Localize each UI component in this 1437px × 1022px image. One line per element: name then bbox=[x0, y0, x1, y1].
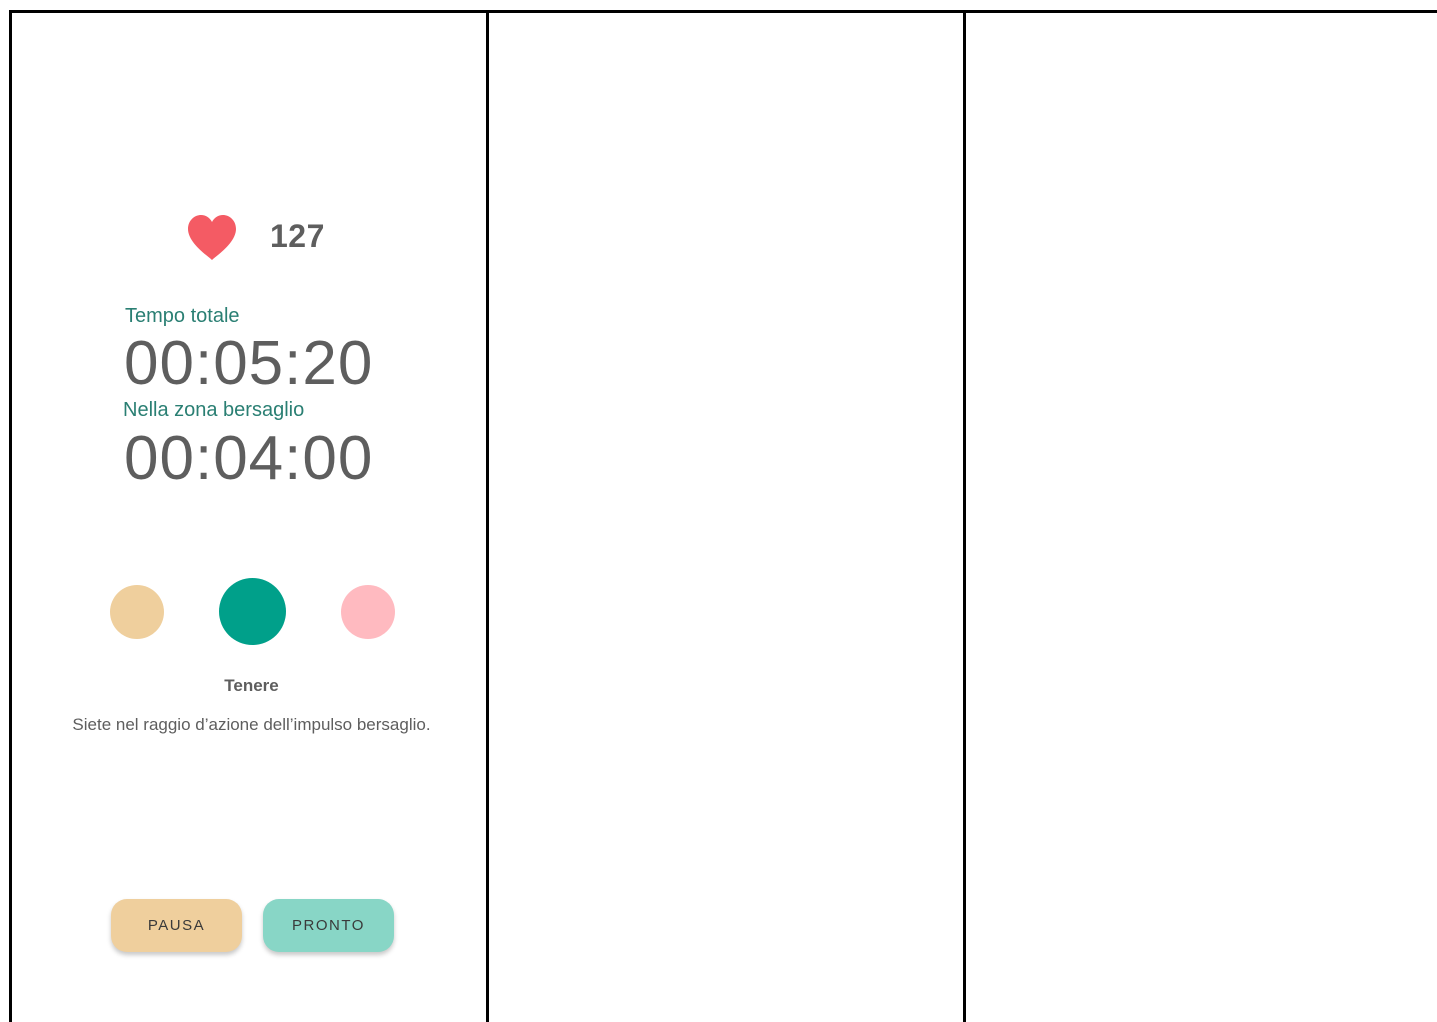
frame-divider-left bbox=[9, 10, 12, 1022]
ready-button[interactable]: PRONTO bbox=[263, 899, 394, 952]
heart-icon bbox=[188, 215, 236, 260]
heart-rate-value: 127 bbox=[270, 218, 325, 254]
total-time-label: Tempo totale bbox=[125, 305, 240, 327]
zone-above-indicator bbox=[341, 585, 395, 639]
zone-status-title: Tenere bbox=[224, 676, 279, 695]
frame-divider-right bbox=[963, 10, 966, 1022]
zone-status-description: Siete nel raggio d’azione dell’impulso b… bbox=[72, 715, 431, 734]
zone-below-indicator bbox=[110, 585, 164, 639]
total-time-value: 00:05:20 bbox=[124, 329, 374, 398]
zone-in-indicator bbox=[219, 578, 286, 645]
app-canvas: 127 Tempo totale 00:05:20 Nella zona ber… bbox=[0, 0, 1437, 1022]
target-zone-time-value: 00:04:00 bbox=[124, 424, 374, 493]
frame-divider-middle bbox=[486, 10, 489, 1022]
target-zone-time-label: Nella zona bersaglio bbox=[123, 399, 305, 421]
pause-button[interactable]: PAUSA bbox=[111, 899, 242, 952]
frame-top-border bbox=[9, 10, 1437, 13]
